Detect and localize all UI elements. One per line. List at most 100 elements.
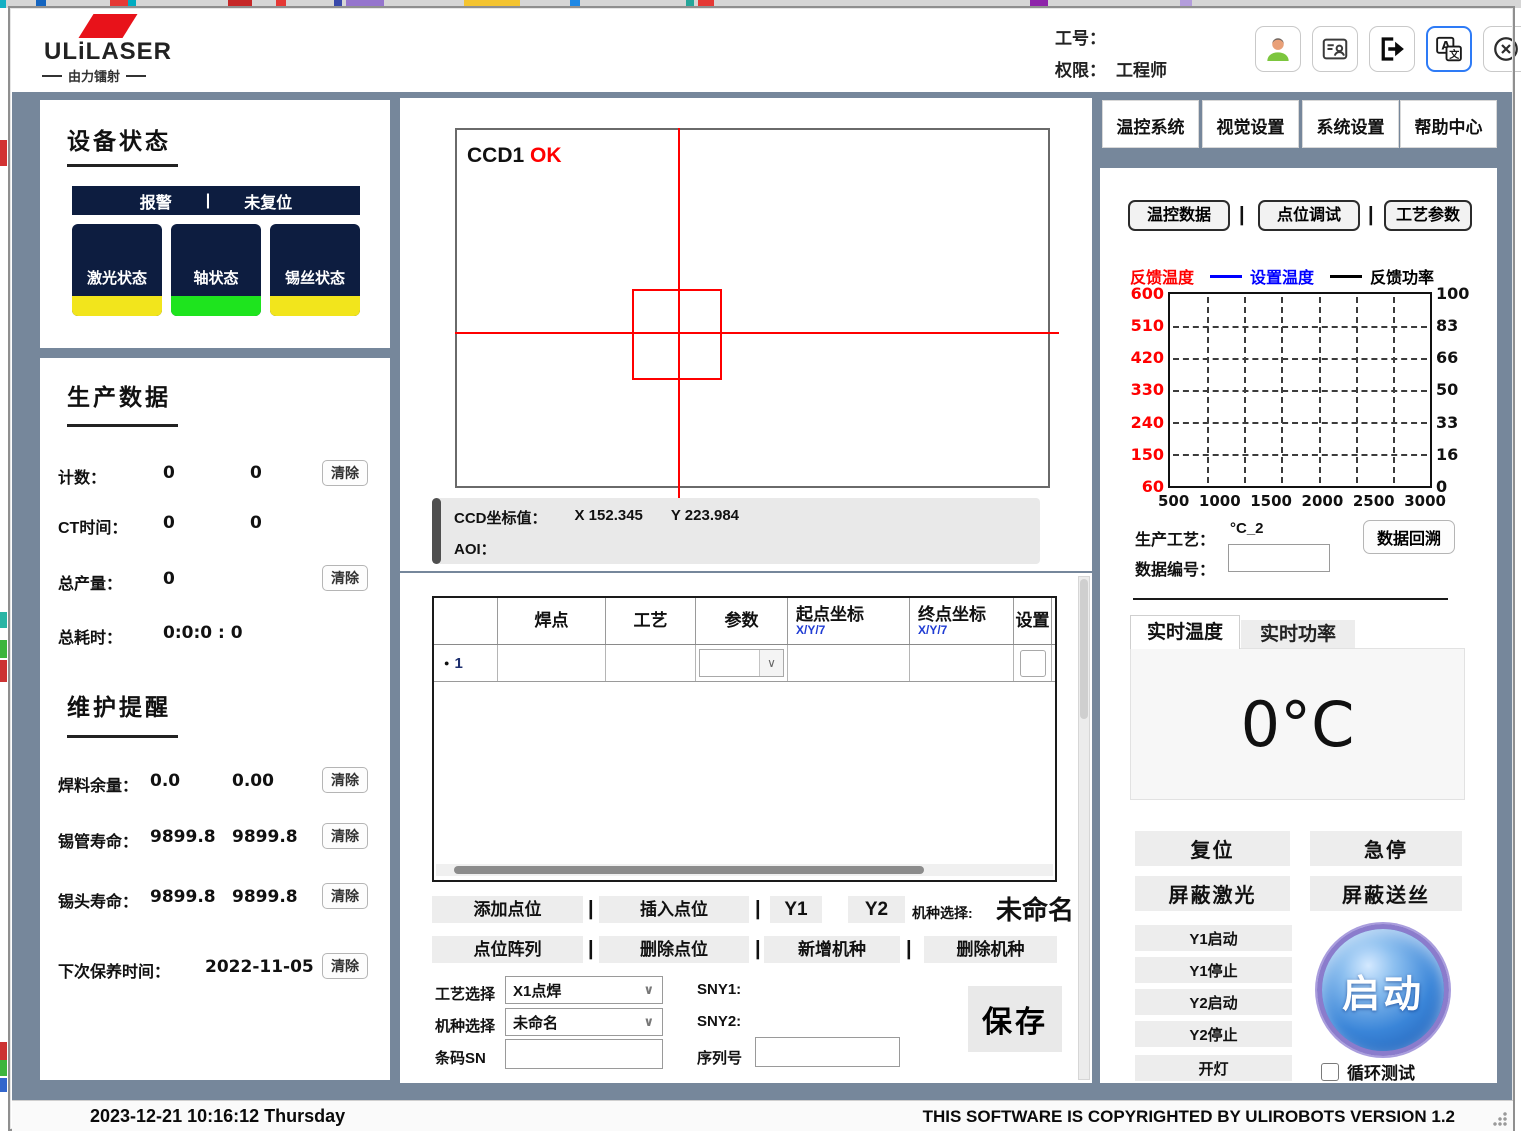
serial-input[interactable] xyxy=(755,1037,900,1067)
temp-data-button[interactable]: 温控数据 xyxy=(1128,200,1230,231)
device-status-panel: 设备状态 报警 | 未复位 激光状态 轴状态 锡丝状态 xyxy=(40,100,390,348)
process-select[interactable]: X1点焊 ∨ xyxy=(505,976,663,1004)
col-index-header xyxy=(434,598,498,644)
save-button[interactable]: 保存 xyxy=(968,986,1062,1052)
ccd-camera-label: CCD1 OK xyxy=(467,144,562,168)
wire-status-indicator xyxy=(270,296,360,316)
set-cell xyxy=(1014,645,1052,681)
scrollbar-thumb[interactable] xyxy=(454,866,924,874)
y2-button[interactable]: Y2 xyxy=(848,896,905,923)
insert-point-button[interactable]: 插入点位 xyxy=(599,896,749,923)
y1-stop-button[interactable]: Y1停止 xyxy=(1135,957,1292,983)
model-select-value: 未命名 xyxy=(996,890,1074,927)
light-on-button[interactable]: 开灯 xyxy=(1135,1055,1292,1081)
tube-life-clear-button[interactable]: 清除 xyxy=(322,823,368,849)
cycle-test-checkbox-row[interactable]: 循环测试 xyxy=(1321,1059,1415,1084)
serial-label: 序列号 xyxy=(697,1047,742,1068)
permission-row: 权限： 工程师 xyxy=(1055,56,1167,81)
y1-start-button[interactable]: Y1启动 xyxy=(1135,925,1292,951)
legend-line-blue xyxy=(1210,275,1242,278)
app-logo: ULiLASER 由力镭射 xyxy=(42,14,202,84)
process-select-value: X1点焊 xyxy=(513,980,561,1001)
start-coord-cell[interactable] xyxy=(788,645,910,681)
total-output-value: 0 xyxy=(163,569,175,589)
y2-start-button[interactable]: Y2启动 xyxy=(1135,989,1292,1015)
y1-button[interactable]: Y1 xyxy=(770,896,822,923)
separator: | xyxy=(588,898,594,921)
point-debug-button[interactable]: 点位调试 xyxy=(1258,200,1360,231)
laser-status-label: 激光状态 xyxy=(72,267,162,288)
y2-stop-button[interactable]: Y2停止 xyxy=(1135,1021,1292,1047)
row-index: 1 xyxy=(454,655,462,672)
tab-realtime-power[interactable]: 实时功率 xyxy=(1241,620,1355,649)
vscrollbar-thumb[interactable] xyxy=(1080,579,1088,719)
solder-remain-value-1: 0.0 xyxy=(150,771,180,791)
panel-vertical-scrollbar[interactable] xyxy=(1078,576,1090,1080)
weld-points-table: 焊点 工艺 参数 起点坐标 X/Y/7 终点坐标 X/Y/7 设置 ● 1 xyxy=(432,596,1057,882)
ct-time-label: CT时间： xyxy=(58,514,127,538)
checkbox-icon[interactable] xyxy=(1321,1063,1339,1081)
delete-model-button[interactable]: 删除机种 xyxy=(924,936,1057,963)
alarm-bar[interactable]: 报警 | 未复位 xyxy=(72,186,360,215)
ccd-camera-name: CCD1 xyxy=(467,144,524,167)
axis-status-tile[interactable]: 轴状态 xyxy=(171,224,261,316)
process-select-label: 工艺选择 xyxy=(435,983,495,1004)
total-output-label: 总产量： xyxy=(58,570,122,594)
next-maintain-clear-button[interactable]: 清除 xyxy=(322,953,368,979)
logo-title: ULiLASER xyxy=(44,38,172,66)
tab-vision-settings[interactable]: 视觉设置 xyxy=(1202,100,1299,148)
tab-system-settings[interactable]: 系统设置 xyxy=(1302,100,1399,148)
col-param-header: 参数 xyxy=(696,598,788,644)
solder-remain-clear-button[interactable]: 清除 xyxy=(322,767,368,793)
weld-cell[interactable] xyxy=(498,645,606,681)
end-coord-cell[interactable] xyxy=(910,645,1014,681)
estop-button[interactable]: 急停 xyxy=(1310,831,1462,866)
sny2-label: SNY2: xyxy=(697,1013,741,1030)
laser-status-indicator xyxy=(72,296,162,316)
user-avatar-button[interactable] xyxy=(1255,26,1301,72)
alarm-divider: | xyxy=(206,192,210,210)
mask-laser-button[interactable]: 屏蔽激光 xyxy=(1135,876,1290,911)
chevron-down-icon: ∨ xyxy=(759,650,783,676)
laser-status-tile[interactable]: 激光状态 xyxy=(72,224,162,316)
param-dropdown[interactable]: ∨ xyxy=(699,649,784,677)
id-badge-button[interactable] xyxy=(1312,26,1358,72)
tab-temp-control[interactable]: 温控系统 xyxy=(1102,100,1199,148)
table-row[interactable]: ● 1 ∨ xyxy=(434,645,1055,682)
translate-button[interactable]: A 文 xyxy=(1426,26,1472,72)
total-output-clear-button[interactable]: 清除 xyxy=(322,565,368,591)
model-select[interactable]: 未命名 ∨ xyxy=(505,1008,663,1036)
delete-point-button[interactable]: 删除点位 xyxy=(599,936,749,963)
reset-button[interactable]: 复位 xyxy=(1135,831,1290,866)
barcode-label: 条码SN xyxy=(435,1047,486,1068)
point-array-button[interactable]: 点位阵列 xyxy=(432,936,583,963)
data-backtrack-button[interactable]: 数据回溯 xyxy=(1363,520,1455,554)
mask-wire-button[interactable]: 屏蔽送丝 xyxy=(1310,876,1462,911)
start-button[interactable]: 启动 xyxy=(1317,924,1449,1056)
ccd-camera-view[interactable]: CCD1 OK xyxy=(455,128,1050,488)
table-horizontal-scrollbar[interactable] xyxy=(436,864,1053,876)
temp-control-panel: 温控数据 | 点位调试 | 工艺参数 反馈温度 设置温度 反馈功率 600510… xyxy=(1100,168,1497,1083)
wire-status-label: 锡丝状态 xyxy=(270,267,360,288)
resize-grip[interactable] xyxy=(1493,1112,1507,1126)
add-point-button[interactable]: 添加点位 xyxy=(432,896,583,923)
tab-help-center[interactable]: 帮助中心 xyxy=(1400,100,1497,148)
process-cell[interactable] xyxy=(606,645,696,681)
barcode-input[interactable] xyxy=(505,1039,663,1069)
employee-row: 工号： xyxy=(1055,24,1116,49)
tab-realtime-temp[interactable]: 实时温度 xyxy=(1130,615,1240,649)
new-model-button[interactable]: 新增机种 xyxy=(764,936,900,963)
row-index-cell: ● 1 xyxy=(434,645,498,681)
close-app-button[interactable] xyxy=(1483,26,1521,72)
realtime-temp-value: 0°C xyxy=(1241,688,1355,761)
logout-button[interactable] xyxy=(1369,26,1415,72)
row-settings-button[interactable] xyxy=(1020,650,1046,677)
data-no-input[interactable] xyxy=(1228,544,1330,572)
process-param-button[interactable]: 工艺参数 xyxy=(1384,200,1472,231)
solder-remain-label: 焊料余量： xyxy=(58,772,138,796)
tip-life-clear-button[interactable]: 清除 xyxy=(322,883,368,909)
section-divider xyxy=(1133,598,1448,600)
count-clear-button[interactable]: 清除 xyxy=(322,460,368,486)
wire-status-tile[interactable]: 锡丝状态 xyxy=(270,224,360,316)
ccd-coord-y: Y 223.984 xyxy=(671,507,739,528)
